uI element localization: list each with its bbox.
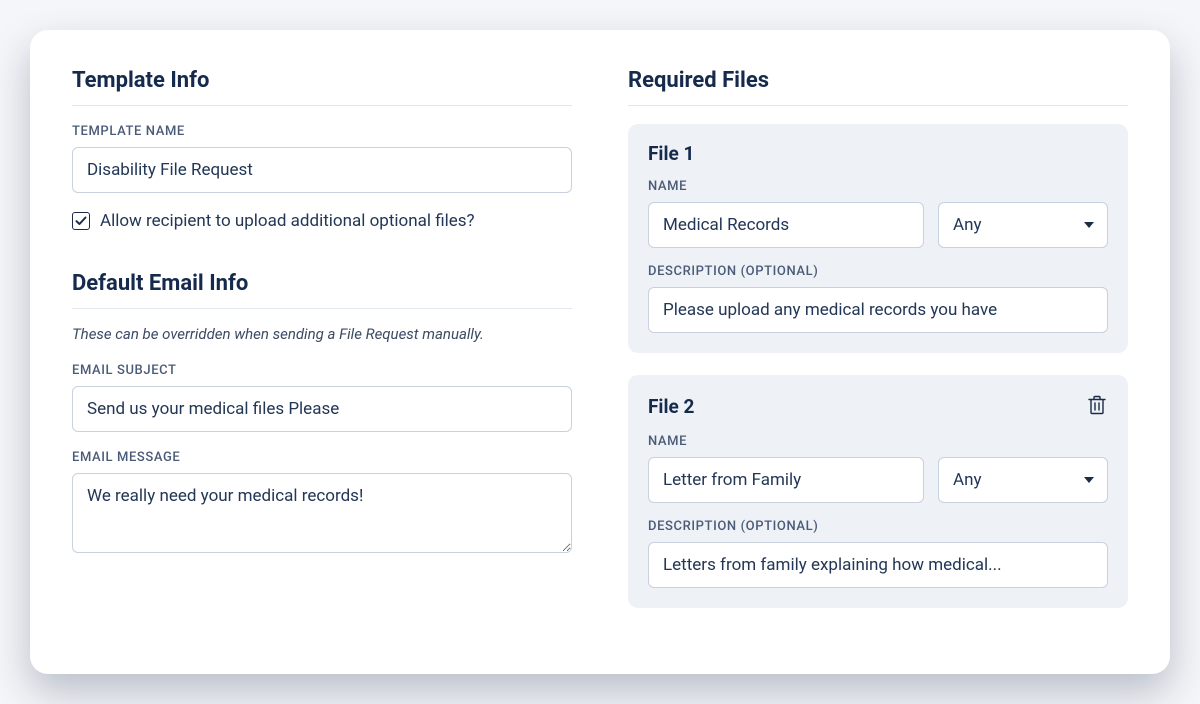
template-info-title: Template Info <box>72 68 572 106</box>
template-name-label: TEMPLATE NAME <box>72 124 572 139</box>
file-name-label: NAME <box>648 434 1108 449</box>
file-type-wrap <box>938 457 1108 503</box>
file-type-select[interactable] <box>938 457 1108 503</box>
email-info-title: Default Email Info <box>72 271 572 309</box>
email-subject-label: EMAIL SUBJECT <box>72 363 572 378</box>
right-column: Required Files File 1 NAME DESCRIPTION (… <box>628 68 1128 630</box>
email-subject-field: EMAIL SUBJECT <box>72 363 572 432</box>
template-form-card: Template Info TEMPLATE NAME Allow recipi… <box>30 30 1170 674</box>
template-name-field: TEMPLATE NAME <box>72 124 572 193</box>
file-header: File 1 <box>648 142 1108 165</box>
email-message-field: EMAIL MESSAGE <box>72 450 572 557</box>
check-icon <box>75 215 87 227</box>
file-description-label: DESCRIPTION (OPTIONAL) <box>648 519 1108 534</box>
file-type-wrap <box>938 202 1108 248</box>
trash-icon <box>1088 395 1106 415</box>
file-name-label: NAME <box>648 179 1108 194</box>
file-name-input[interactable] <box>648 457 924 503</box>
file-description-label: DESCRIPTION (OPTIONAL) <box>648 264 1108 279</box>
template-name-input[interactable] <box>72 147 572 193</box>
file-block-1: File 1 NAME DESCRIPTION (OPTIONAL) <box>628 124 1128 353</box>
file-name-wrap <box>648 457 924 503</box>
file-name-row <box>648 457 1108 503</box>
file-block-2: File 2 NAME DESCRIPTION (OPTIONAL) <box>628 375 1128 608</box>
required-files-title: Required Files <box>628 68 1128 106</box>
file-description-input[interactable] <box>648 287 1108 333</box>
email-info-helper: These can be overridden when sending a F… <box>72 325 572 343</box>
delete-file-button[interactable] <box>1086 393 1108 420</box>
file-title: File 1 <box>648 142 694 165</box>
file-name-input[interactable] <box>648 202 924 248</box>
email-message-label: EMAIL MESSAGE <box>72 450 572 465</box>
allow-optional-label: Allow recipient to upload additional opt… <box>100 211 475 231</box>
allow-optional-checkbox[interactable] <box>72 212 90 230</box>
file-type-select[interactable] <box>938 202 1108 248</box>
file-description-input[interactable] <box>648 542 1108 588</box>
email-message-textarea[interactable] <box>72 473 572 553</box>
file-name-row <box>648 202 1108 248</box>
file-name-wrap <box>648 202 924 248</box>
email-subject-input[interactable] <box>72 386 572 432</box>
file-title: File 2 <box>648 395 694 418</box>
allow-optional-row: Allow recipient to upload additional opt… <box>72 211 572 231</box>
left-column: Template Info TEMPLATE NAME Allow recipi… <box>72 68 572 630</box>
file-header: File 2 <box>648 393 1108 420</box>
